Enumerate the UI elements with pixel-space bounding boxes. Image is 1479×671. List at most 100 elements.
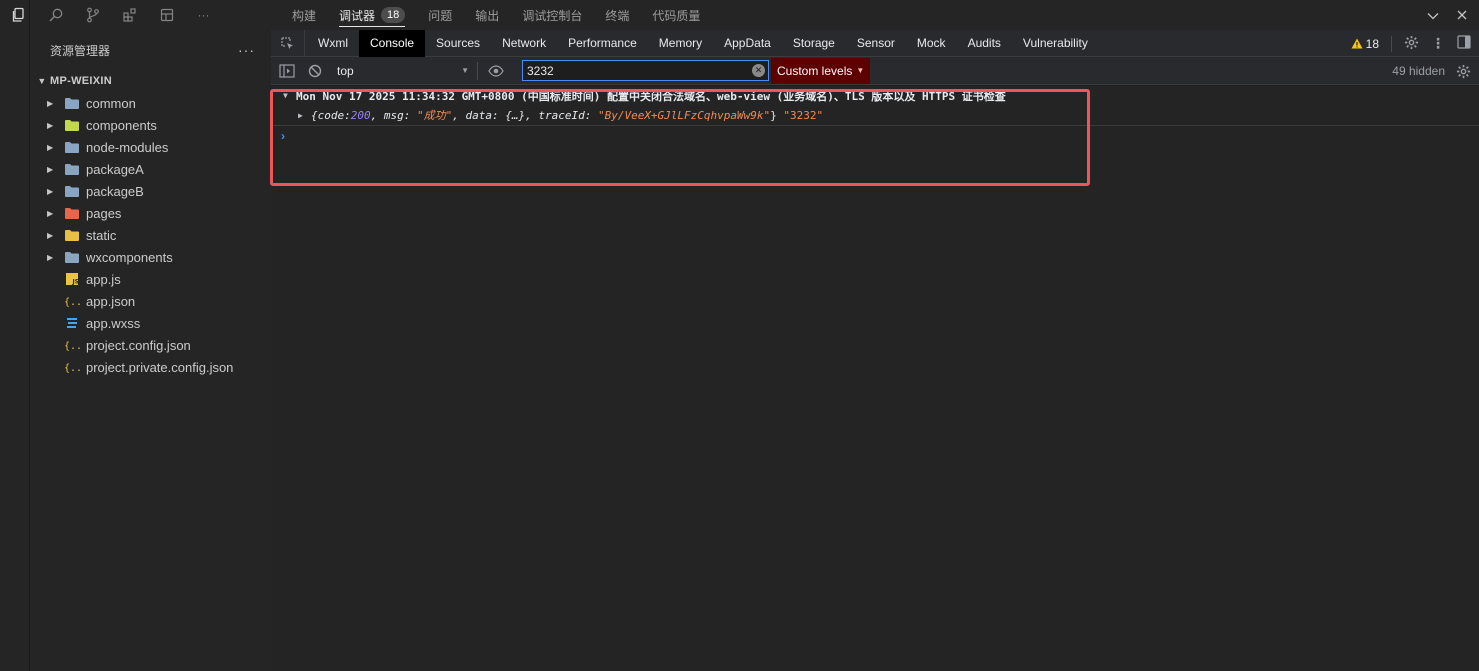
- tab-debugger[interactable]: 调试器 18: [339, 0, 406, 30]
- tab-build[interactable]: 构建: [292, 0, 316, 30]
- chevron-right-icon: ▶: [47, 252, 54, 262]
- toolbar-divider: [477, 61, 478, 80]
- log-group-header[interactable]: ▼ Mon Nov 17 2025 11:34:32 GMT+0800 (中国标…: [271, 86, 1479, 105]
- folder-name: packageA: [86, 161, 144, 177]
- folder-item[interactable]: ▶ components: [30, 114, 271, 136]
- sidebar-header: 资源管理器 ···: [30, 30, 271, 70]
- extensions-icon[interactable]: [111, 0, 148, 30]
- file-item[interactable]: app.wxss: [30, 312, 271, 334]
- devtools-tab-wxml[interactable]: Wxml: [307, 30, 359, 57]
- file-item[interactable]: JS app.js: [30, 268, 271, 290]
- devtools-tab-network[interactable]: Network: [491, 30, 557, 57]
- clear-console-icon[interactable]: [303, 57, 327, 85]
- folder-name: packageB: [86, 183, 144, 199]
- warning-icon: [1351, 38, 1363, 49]
- kebab-menu-icon[interactable]: ⋮: [1431, 35, 1445, 52]
- chevron-right-icon: ▶: [47, 142, 54, 152]
- devtools-tab-console[interactable]: Console: [359, 29, 426, 57]
- folder-item[interactable]: ▶ packageA: [30, 158, 271, 180]
- dock-side-icon[interactable]: [1457, 35, 1471, 52]
- sidebar-title: 资源管理器: [50, 43, 111, 58]
- console-prompt[interactable]: ›: [271, 126, 1479, 146]
- sidebar-toggle-icon[interactable]: [275, 57, 299, 85]
- folder-icon: [63, 117, 81, 133]
- tab-terminal[interactable]: 终端: [605, 0, 629, 30]
- inspect-element-icon[interactable]: [271, 29, 305, 57]
- devtools-tab-appdata[interactable]: AppData: [713, 30, 782, 57]
- devtools-tab-sensor[interactable]: Sensor: [846, 30, 906, 57]
- activity-bar: [0, 0, 30, 671]
- settings-gear-icon[interactable]: [1404, 35, 1419, 53]
- project-root[interactable]: ▼ MP-WEIXIN: [30, 70, 271, 92]
- file-item[interactable]: {..} app.json: [30, 290, 271, 312]
- devtools-tab-storage[interactable]: Storage: [782, 30, 846, 57]
- more-icon[interactable]: ···: [185, 0, 222, 30]
- folder-icon: [63, 249, 81, 265]
- caret-down-icon: ▼: [856, 66, 865, 75]
- folder-item[interactable]: ▶ packageB: [30, 180, 271, 202]
- folder-icon: [63, 161, 81, 177]
- filter-input[interactable]: 3232 ✕: [522, 60, 769, 81]
- folder-item[interactable]: ▶ common: [30, 92, 271, 114]
- layout-icon[interactable]: [148, 0, 185, 30]
- live-expression-eye-icon[interactable]: [484, 57, 508, 85]
- source-control-icon[interactable]: [74, 0, 111, 30]
- folder-name: static: [86, 227, 117, 243]
- sidebar-more-button[interactable]: ···: [238, 42, 255, 58]
- tab-debug-console[interactable]: 调试控制台: [522, 0, 582, 30]
- file-name: app.wxss: [86, 315, 141, 331]
- folder-icon: [63, 227, 81, 243]
- chevron-right-icon: ▶: [47, 164, 54, 174]
- chevron-right-icon: ▶: [47, 230, 54, 240]
- chevron-right-icon: ▶: [47, 120, 54, 130]
- prompt-chevron-icon: ›: [281, 129, 285, 143]
- devtools-tab-audits[interactable]: Audits: [957, 30, 1012, 57]
- folder-item[interactable]: ▶ wxcomponents: [30, 246, 271, 268]
- project-name: MP-WEIXIN: [50, 75, 112, 87]
- debugger-badge: 18: [381, 7, 406, 23]
- json-icon: {..}: [63, 359, 81, 375]
- console-settings-gear-icon[interactable]: [1456, 57, 1471, 85]
- file-item[interactable]: {..} project.private.config.json: [30, 356, 271, 378]
- folder-icon: [63, 183, 81, 199]
- folder-icon: [63, 95, 81, 111]
- hidden-messages-count: 49 hidden: [1392, 64, 1445, 78]
- chevron-right-icon: ▶: [47, 98, 54, 108]
- devtools-tab-memory[interactable]: Memory: [648, 30, 713, 57]
- log-header-text: Mon Nov 17 2025 11:34:32 GMT+0800 (中国标准时…: [296, 89, 1006, 103]
- search-icon[interactable]: [37, 0, 74, 30]
- folder-item[interactable]: ▶ pages: [30, 202, 271, 224]
- close-icon[interactable]: [1457, 7, 1467, 23]
- js-icon: JS: [63, 271, 81, 287]
- log-levels-dropdown[interactable]: Custom levels ▼: [771, 57, 871, 84]
- svg-text:JS: JS: [72, 279, 80, 286]
- folder-name: components: [86, 117, 157, 133]
- devtools-tab-vulnerability[interactable]: Vulnerability: [1012, 30, 1099, 57]
- file-name: app.json: [86, 293, 136, 309]
- tab-output[interactable]: 输出: [475, 0, 499, 30]
- chevron-right-icon: ▶: [47, 186, 54, 196]
- clear-filter-icon[interactable]: ✕: [752, 64, 765, 77]
- log-object-line[interactable]: ▶ { code: 200 , msg: "成功" , data: {…} , …: [271, 105, 1479, 126]
- tab-problems[interactable]: 问题: [428, 0, 452, 30]
- svg-text:{..}: {..}: [64, 363, 80, 374]
- devtools-tab-performance[interactable]: Performance: [557, 30, 648, 57]
- triangle-down-icon[interactable]: ▼: [283, 91, 296, 100]
- warning-count[interactable]: 18: [1351, 37, 1379, 51]
- file-item[interactable]: {..} project.config.json: [30, 334, 271, 356]
- activity-icons: ···: [0, 0, 222, 30]
- folder-icon: [63, 205, 81, 221]
- svg-text:{..}: {..}: [64, 297, 80, 308]
- triangle-right-icon[interactable]: ▶: [298, 111, 311, 120]
- context-select[interactable]: top ▼: [335, 61, 471, 81]
- tab-code-quality[interactable]: 代码质量: [652, 0, 700, 30]
- file-name: app.js: [86, 271, 121, 287]
- explorer-icon[interactable]: [0, 0, 37, 30]
- folder-item[interactable]: ▶ static: [30, 224, 271, 246]
- collapse-panel-icon[interactable]: [1427, 7, 1439, 23]
- devtools-tab-sources[interactable]: Sources: [425, 30, 491, 57]
- folder-item[interactable]: ▶ node-modules: [30, 136, 271, 158]
- panel-tab-bar: 构建 调试器 18 问题 输出 调试控制台 终端 代码质量: [271, 0, 1479, 30]
- chevron-right-icon: ▶: [47, 208, 54, 218]
- devtools-tab-mock[interactable]: Mock: [906, 30, 957, 57]
